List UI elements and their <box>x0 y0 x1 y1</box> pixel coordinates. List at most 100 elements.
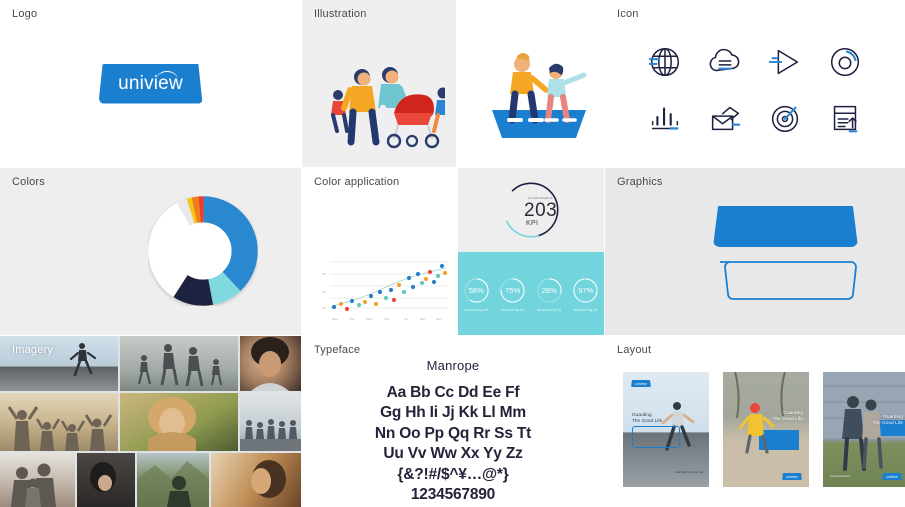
badge-caption: Measuring kit <box>537 308 562 312</box>
kpi-badges-card: 58% Measuring kit 75% Measuring kit 28% … <box>458 252 604 335</box>
poster-couple-figure <box>823 372 905 471</box>
poster-logo-badge: uniview <box>631 380 651 387</box>
panel-label-colors: Colors <box>12 176 45 188</box>
panel-label-typeface: Typeface <box>314 344 361 356</box>
panel-typeface: Typeface Manrope Aa Bb Cc Dd Ee Ff Gg Hh… <box>302 336 604 507</box>
badge-ring: 97% <box>572 277 599 304</box>
logo-wordmark: uniview <box>118 72 183 94</box>
photo-child-looking-down <box>90 462 116 492</box>
colors-donut-chart <box>148 196 258 306</box>
graphic-trapezoid-filled <box>713 206 858 247</box>
poster-logo-text: uniview <box>635 381 647 386</box>
panel-color-application: Color application 60 40 20 Mon Tue Wed T… <box>302 168 604 335</box>
badge-item: 28% Measuring kit <box>534 277 564 312</box>
panel-colors: Colors <box>0 168 301 335</box>
poster-tagline: Guarding The Good Life <box>872 414 903 426</box>
svg-text:Sat: Sat <box>420 317 425 321</box>
donut-svg <box>148 196 258 306</box>
photo-smiling-woman <box>251 337 289 391</box>
cloud-icon <box>709 49 740 72</box>
poster-jumping-figure <box>723 372 809 454</box>
svg-text:Sun: Sun <box>436 317 442 321</box>
imagery-photo <box>240 393 301 451</box>
poster-logo-text: uniview <box>886 474 898 479</box>
imagery-mosaic <box>0 336 301 507</box>
globe-icon <box>648 48 680 77</box>
badge-item: 75% Measuring kit <box>498 277 528 312</box>
svg-text:60: 60 <box>322 272 326 276</box>
imagery-photo <box>240 336 301 391</box>
panel-label-logo: Logo <box>12 8 38 20</box>
typeface-name: Manrope <box>426 358 480 373</box>
poster-tagline: Guarding The Good Life <box>772 410 803 422</box>
svg-text:40: 40 <box>322 290 326 294</box>
panel-illustration: Illustration <box>302 0 604 167</box>
photo-woman-profile-sunset <box>251 460 286 498</box>
badge-ring: 75% <box>499 277 526 304</box>
panel-label-illustration: Illustration <box>314 8 367 20</box>
imagery-photo <box>0 393 118 451</box>
graphic-trapezoid-outline <box>720 261 857 300</box>
panel-label-imagery: Imagery <box>12 344 54 356</box>
svg-text:20: 20 <box>322 306 326 310</box>
panel-graphics: Graphics <box>605 168 905 335</box>
typeface-specimen-block: Manrope Aa Bb Cc Dd Ee Ff Gg Hh Ii Jj Kk… <box>302 358 604 506</box>
photo-laughing-woman <box>148 397 196 451</box>
icon-grid <box>635 34 875 146</box>
badge-ring: 58% <box>463 277 490 304</box>
badge-caption: Measuring kit <box>573 308 598 312</box>
badge-value: 97% <box>578 286 594 295</box>
disc-icon <box>830 48 860 77</box>
imagery-photo <box>120 336 238 391</box>
panel-icon: Icon <box>605 0 905 167</box>
badge-caption: Measuring kit <box>464 308 489 312</box>
badge-value: 58% <box>468 286 484 295</box>
send-icon <box>768 50 799 75</box>
svg-text:Tue: Tue <box>349 317 354 321</box>
specimen-line: Aa Bb Cc Dd Ee Ff <box>386 384 520 401</box>
poster-runner[interactable]: uniview Guarding The Good Life Guarding … <box>623 372 709 487</box>
photo-family-walking <box>137 344 222 387</box>
badge-item: 97% Measuring kit <box>571 277 601 312</box>
imagery-photo <box>77 453 135 507</box>
svg-text:Thu: Thu <box>384 317 390 321</box>
badge-caption: Measuring kit <box>500 308 525 312</box>
photo-couple-mountains <box>137 461 209 507</box>
panel-imagery: Imagery <box>0 336 301 507</box>
imagery-row <box>0 453 301 507</box>
svg-text:Wed: Wed <box>366 317 373 321</box>
badge-value: 28% <box>541 286 557 295</box>
badge-ring: 28% <box>536 277 563 304</box>
panel-logo: Logo uniview <box>0 0 301 167</box>
specimen-line: Gg Hh Ii Jj Kk Ll Mm <box>380 404 526 422</box>
specimen-line: Uu Vv Ww Xx Yy Zz <box>383 445 523 463</box>
badge-value: 75% <box>505 286 521 295</box>
kpi-gauge-card: ACHIEVEMENT 203 KPI <box>458 168 604 252</box>
photo-family-hugging <box>11 463 56 507</box>
poster-list: uniview Guarding The Good Life Guarding … <box>623 372 905 487</box>
poster-couple-house[interactable]: uniview Guarding The Good Life www.univi… <box>823 372 905 487</box>
illustration-family-stroller <box>331 67 445 149</box>
svg-text:Fri: Fri <box>404 317 408 321</box>
poster-fine-print: Guarding The Good Life <box>675 471 703 474</box>
poster-logo-text: uniview <box>786 474 798 479</box>
panel-label-layout: Layout <box>617 344 652 356</box>
poster-tagline: Guarding The Good Life <box>632 412 663 424</box>
envelope-icon <box>711 106 741 131</box>
kpi-value: 203 <box>524 200 558 221</box>
imagery-photo <box>211 453 301 507</box>
svg-text:Mon: Mon <box>332 317 338 321</box>
panel-label-icon: Icon <box>617 8 639 20</box>
specimen-line: 1234567890 <box>410 486 496 504</box>
poster-jumping-kid[interactable]: uniview Guarding The Good Life <box>723 372 809 487</box>
imagery-photo <box>120 393 238 451</box>
bar-chart-icon <box>651 107 679 130</box>
kpi-caption: KPI <box>526 220 539 227</box>
poster-fine-print: www.uniview.com <box>830 475 851 478</box>
scatter-chart: 60 40 20 Mon Tue Wed Thu Fri Sat Sun <box>322 261 448 321</box>
document-upload-icon <box>833 106 858 133</box>
poster-logo-badge: uniview <box>882 473 902 480</box>
imagery-row <box>0 393 301 451</box>
badge-item: 58% Measuring kit <box>461 277 491 312</box>
typeface-specimen: Aa Bb Cc Dd Ee Ff Gg Hh Ii Jj Kk Ll Mm N… <box>302 383 604 506</box>
